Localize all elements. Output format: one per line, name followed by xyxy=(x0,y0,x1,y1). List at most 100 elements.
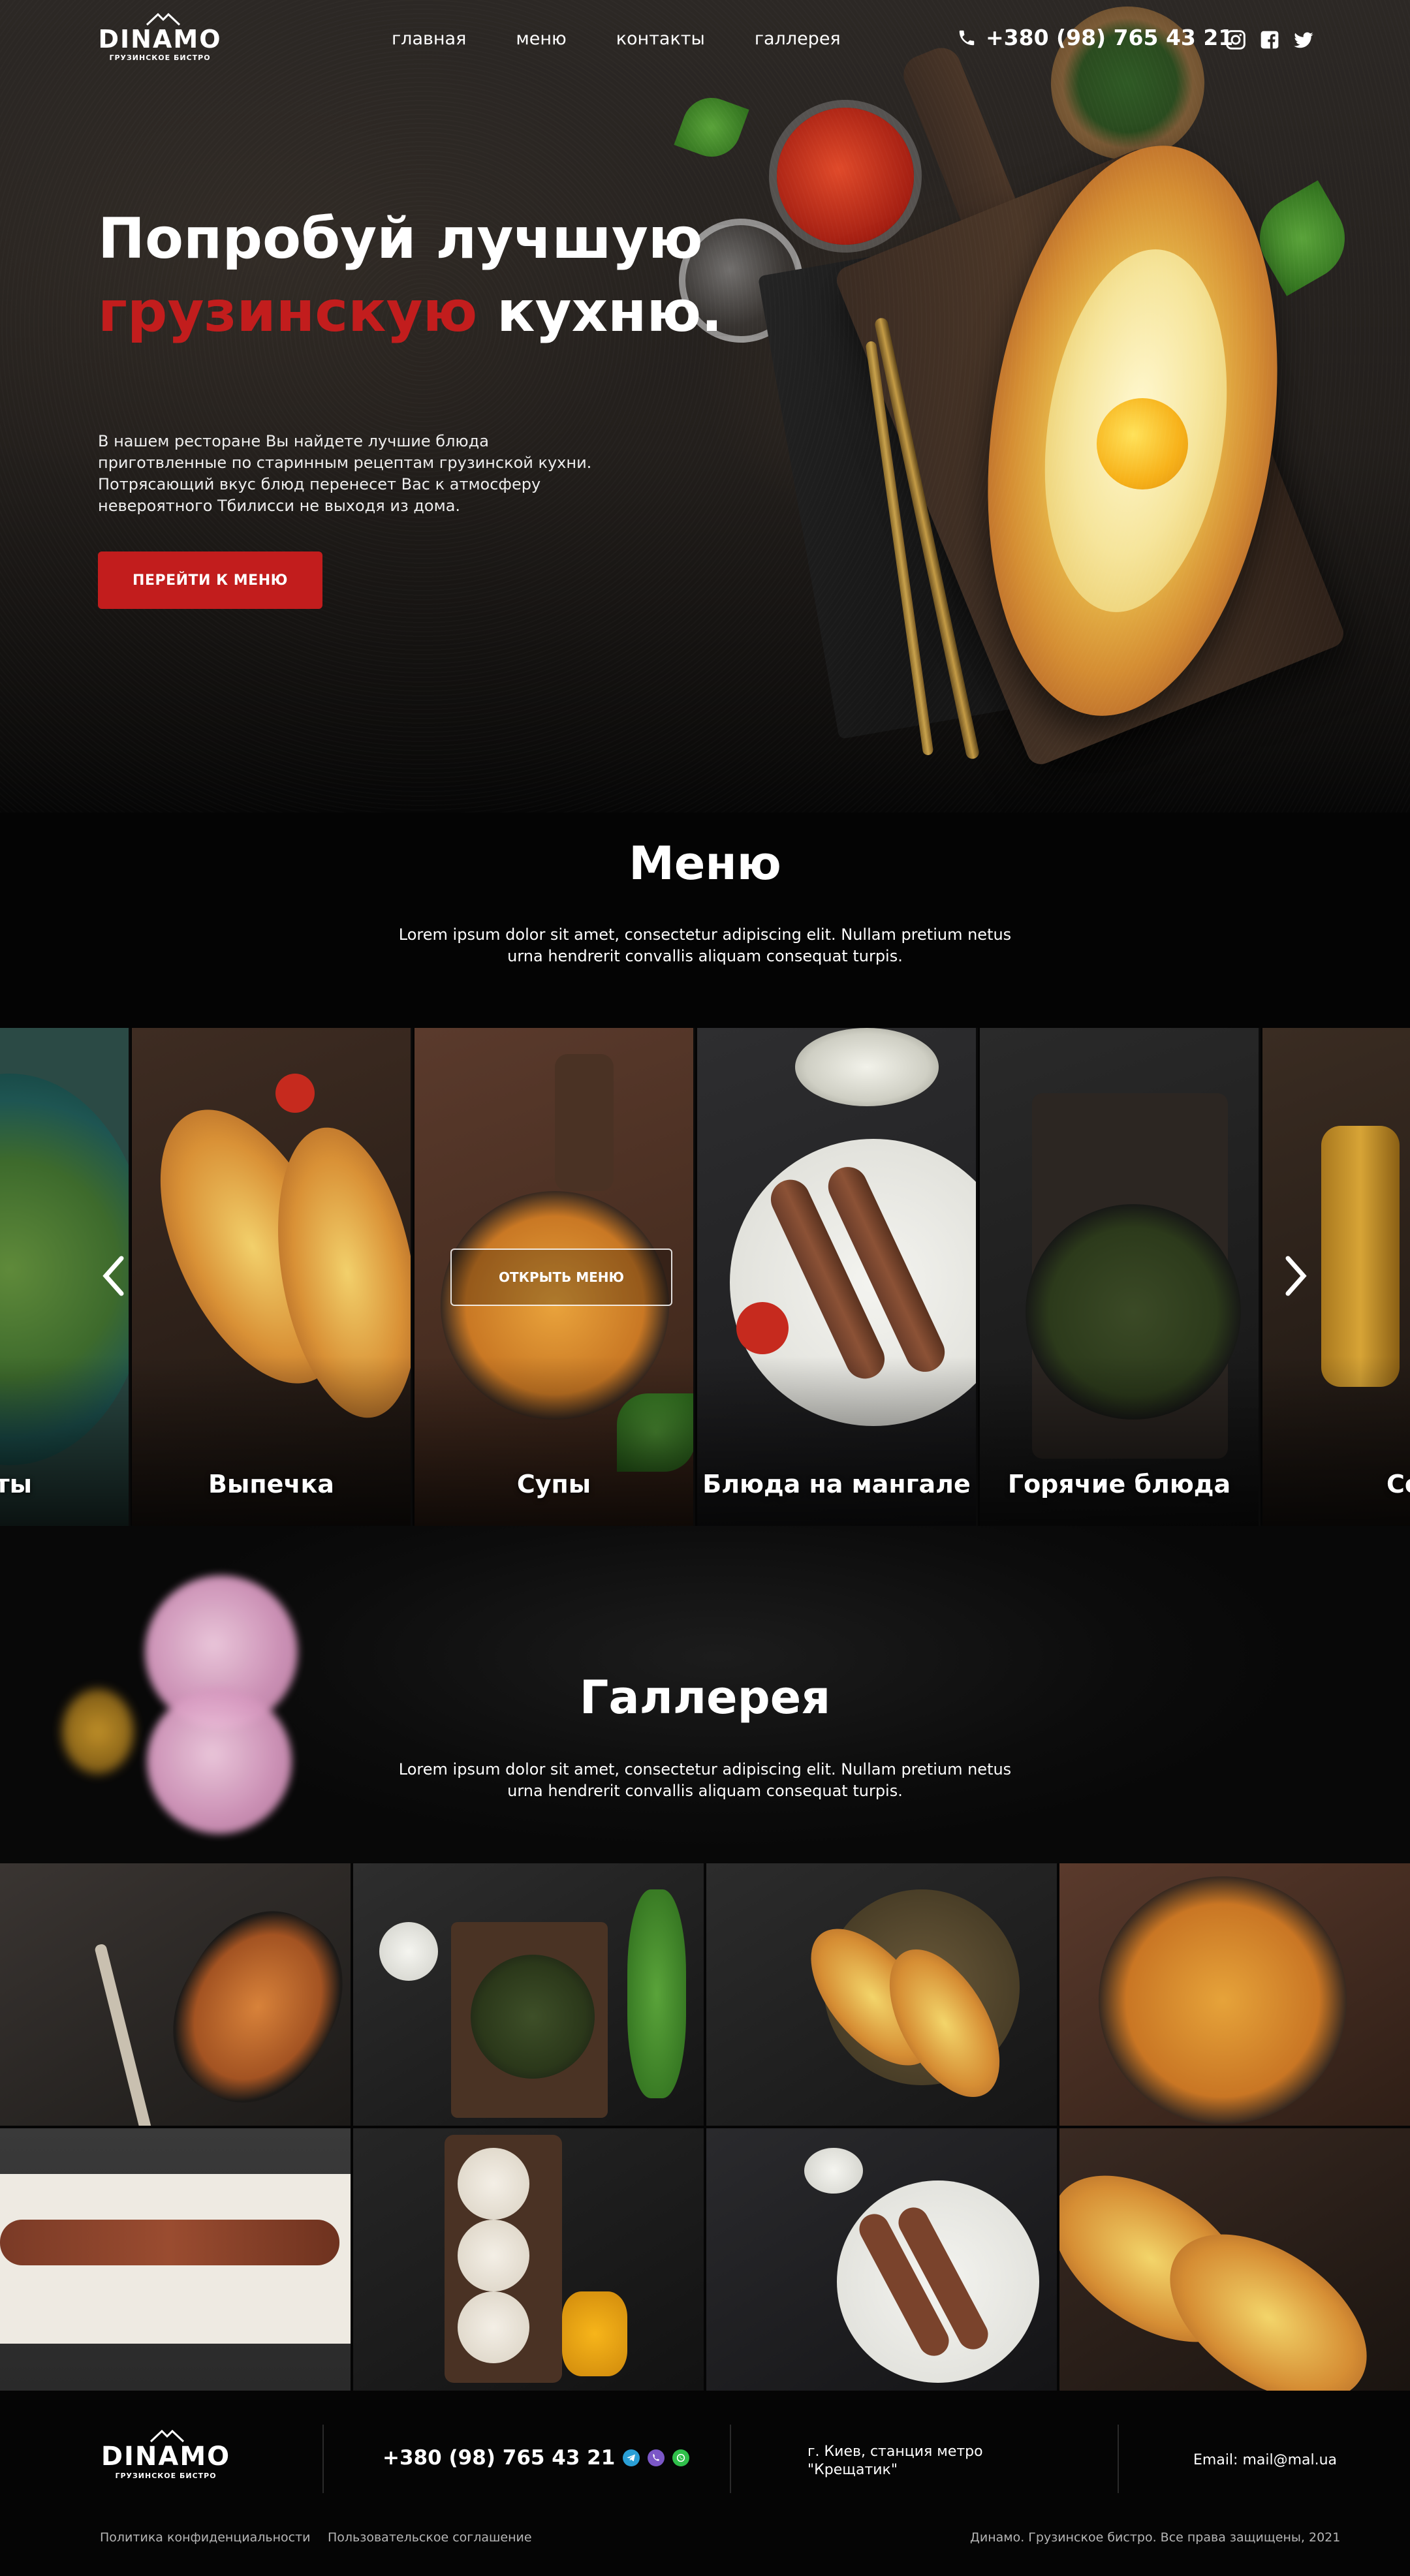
footer: DINAMO ГРУЗИНСКОЕ БИСТРО +380 (98) 765 4… xyxy=(0,2391,1410,2576)
logo-hat-icon xyxy=(149,2429,185,2443)
menu-subtitle-wrap: Lorem ipsum dolor sit amet, consectetur … xyxy=(0,924,1410,967)
knife-image xyxy=(873,317,980,760)
carousel-prev-button[interactable] xyxy=(99,1250,128,1302)
sauce-bowl-image xyxy=(795,1028,939,1106)
cutting-board-image xyxy=(832,145,1348,769)
gallery-photo[interactable] xyxy=(0,2128,351,2391)
menu-card-label: Блюда на мангале xyxy=(702,1470,971,1498)
menu-card-label: Супы xyxy=(516,1470,591,1498)
menu-card[interactable]: Блюда на мангале xyxy=(697,1028,978,1526)
parsley-leaf-image xyxy=(1244,180,1360,296)
go-to-menu-button[interactable]: ПЕРЕЙТИ К МЕНЮ xyxy=(98,551,322,609)
chevron-left-icon xyxy=(102,1256,124,1296)
chevron-right-icon xyxy=(1285,1256,1307,1296)
stew-image xyxy=(144,1884,351,2126)
hero-title-line1: Попробуй лучшую xyxy=(98,206,703,272)
footer-address-line1: г. Киев, станция метро xyxy=(807,2444,983,2460)
footer-logo-subtitle: ГРУЗИНСКОЕ БИСТРО xyxy=(115,2472,217,2480)
tomato-image xyxy=(562,2291,627,2376)
gallery-photo[interactable] xyxy=(353,2128,704,2391)
menu-card-label: Со xyxy=(1386,1470,1410,1498)
gallery-photo[interactable] xyxy=(1059,1863,1410,2126)
viber-icon[interactable] xyxy=(648,2449,665,2466)
carousel-next-button[interactable] xyxy=(1281,1250,1310,1302)
header-phone[interactable]: +380 (98) 765 43 21 xyxy=(957,25,1233,50)
gallery-photo[interactable] xyxy=(353,1863,704,2126)
footer-divider xyxy=(730,2425,731,2493)
privacy-policy-link[interactable]: Политика конфиденциальности xyxy=(100,2530,311,2545)
soup-pot-image xyxy=(1099,1876,1347,2124)
tomato-image xyxy=(275,1074,315,1113)
logo-hat-icon xyxy=(146,12,181,26)
logo-text: DINAMO xyxy=(98,25,222,54)
menu-card-label: ты xyxy=(0,1470,32,1498)
menu-subtitle: Lorem ipsum dolor sit amet, consectetur … xyxy=(398,925,1012,965)
logo[interactable]: DINAMO ГРУЗИНСКОЕ БИСТРО xyxy=(98,12,222,64)
footer-logo[interactable]: DINAMO ГРУЗИНСКОЕ БИСТРО xyxy=(101,2429,231,2483)
khinkali-image xyxy=(458,2220,529,2291)
hero-title-highlight: грузинскую xyxy=(98,279,478,345)
dolma-image xyxy=(471,1955,595,2079)
hero-description: В нашем ресторане Вы найдете лучшие блюд… xyxy=(98,432,592,515)
nav-link-contacts[interactable]: контакты xyxy=(616,29,705,49)
menu-title: Меню xyxy=(629,837,781,890)
khinkali-image xyxy=(458,2148,529,2220)
sauce-bowl-image xyxy=(379,1922,438,1981)
footer-email[interactable]: Email: mail@mal.ua xyxy=(1193,2452,1337,2468)
menu-card[interactable]: Выпечка xyxy=(132,1028,413,1526)
gallery-photo[interactable] xyxy=(706,1863,1057,2126)
sauce-jar-image xyxy=(777,108,914,245)
gallery-title: Галлерея xyxy=(579,1671,831,1724)
menu-carousel: ты Выпечка Супы Блюда на мангале Горячие… xyxy=(0,1028,1410,1526)
khinkali-image xyxy=(458,2291,529,2363)
footer-divider xyxy=(1118,2425,1119,2493)
gallery-photo[interactable] xyxy=(1059,2128,1410,2391)
nav-link-home[interactable]: главная xyxy=(392,29,466,49)
tomato-image xyxy=(736,1302,789,1354)
phone-icon xyxy=(959,30,975,45)
footer-phone[interactable]: +380 (98) 765 43 21 xyxy=(383,2446,690,2470)
footer-divider xyxy=(322,2425,324,2493)
main-nav: главная меню контакты галлерея xyxy=(392,29,890,49)
khachapuri-cheese-image xyxy=(1023,237,1249,625)
gallery-photo[interactable] xyxy=(706,2128,1057,2391)
instagram-icon[interactable] xyxy=(1225,29,1247,51)
facebook-icon[interactable] xyxy=(1259,29,1281,51)
footer-address: г. Киев, станция метро "Крещатик" xyxy=(807,2443,983,2479)
kebab-image xyxy=(0,2220,339,2265)
hero-section xyxy=(0,0,1410,813)
gallery-subtitle: Lorem ipsum dolor sit amet, consectetur … xyxy=(398,1760,1012,1800)
twitter-icon[interactable] xyxy=(1292,29,1315,51)
parsley-leaf-image xyxy=(674,89,749,165)
egg-yolk-image xyxy=(1097,398,1188,489)
gallery-subtitle-wrap: Lorem ipsum dolor sit amet, consectetur … xyxy=(0,1759,1410,1802)
hero-title: Попробуй лучшую грузинскую кухню. xyxy=(98,202,723,349)
fork-image xyxy=(93,1943,153,2126)
logo-subtitle: ГРУЗИНСКОЕ БИСТРО xyxy=(109,54,211,62)
header-phone-number: +380 (98) 765 43 21 xyxy=(986,25,1234,50)
nav-link-gallery[interactable]: галлерея xyxy=(755,29,841,49)
whatsapp-icon[interactable] xyxy=(672,2449,690,2466)
nav-link-menu[interactable]: меню xyxy=(516,29,566,49)
footer-phone-number: +380 (98) 765 43 21 xyxy=(383,2446,616,2470)
jar-image xyxy=(1321,1126,1400,1387)
gallery-photo[interactable] xyxy=(0,1863,351,2126)
gallery-grid xyxy=(0,1863,1410,2391)
footer-logo-text: DINAMO xyxy=(101,2442,231,2472)
menu-card-label: Горячие блюда xyxy=(1007,1470,1231,1498)
khachapuri-image xyxy=(953,127,1312,735)
herb-image xyxy=(627,1889,686,2098)
open-menu-button[interactable]: ОТКРЫТЬ МЕНЮ xyxy=(450,1249,672,1306)
hero-title-rest: кухню. xyxy=(477,279,723,345)
napkin-image xyxy=(757,226,1123,739)
copyright-text: Динамо. Грузинское бистро. Все права защ… xyxy=(970,2530,1341,2545)
user-agreement-link[interactable]: Пользовательское соглашение xyxy=(328,2530,532,2545)
menu-card-label: Выпечка xyxy=(208,1470,334,1498)
telegram-icon[interactable] xyxy=(623,2449,640,2466)
menu-card[interactable]: Горячие блюда xyxy=(980,1028,1261,1526)
board-handle-image xyxy=(555,1054,614,1191)
fork-image xyxy=(865,341,934,756)
footer-address-line2: "Крещатик" xyxy=(807,2462,898,2478)
social-links xyxy=(1225,29,1315,51)
sauce-bowl-image xyxy=(804,2148,863,2194)
